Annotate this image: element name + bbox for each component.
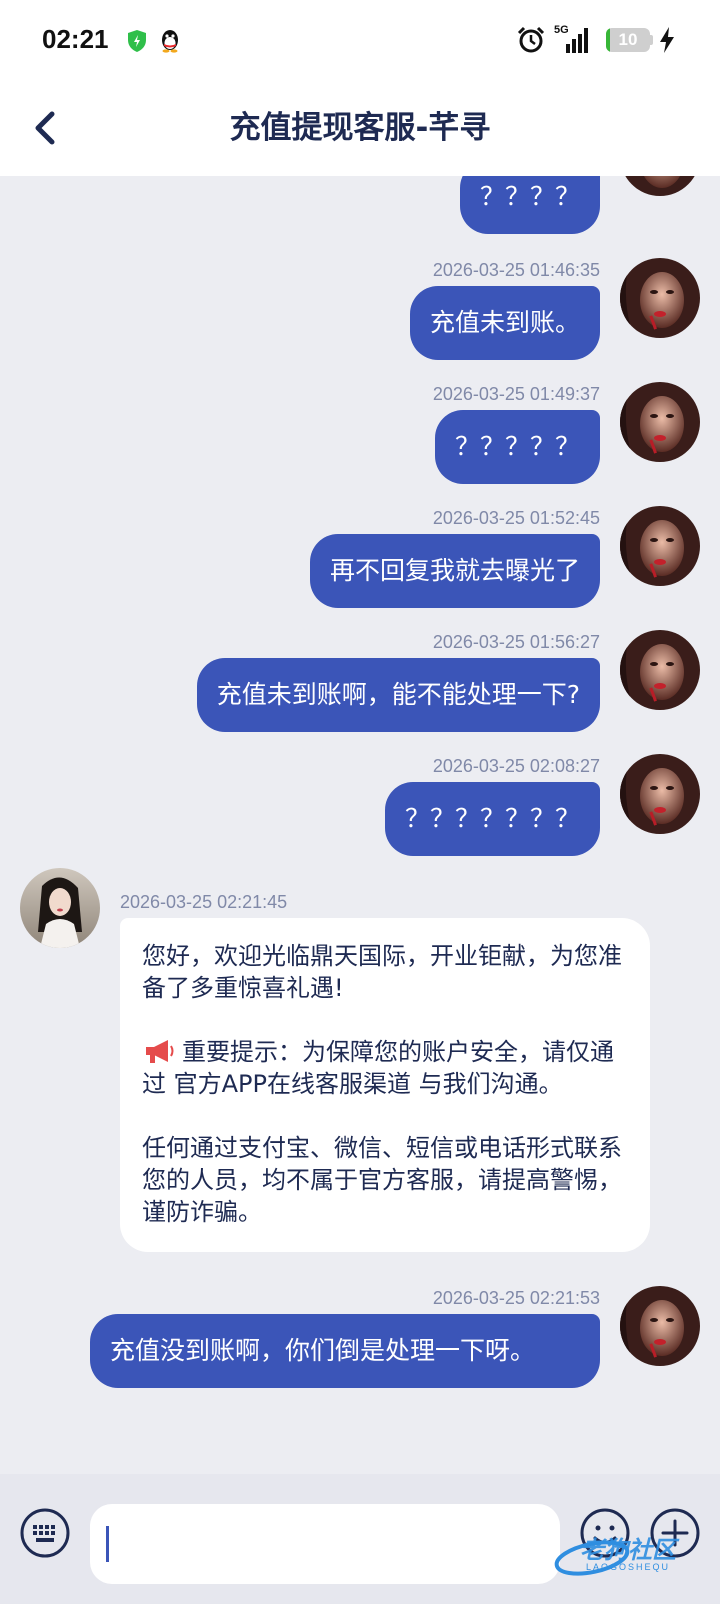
message-bubble-incoming[interactable]: 您好，欢迎光临鼎天国际，开业钜献，为您准备了多重惊喜礼遇! 重要提示：为保障您的… bbox=[120, 918, 650, 1252]
watermark-subtext: LAOGOSHEQU bbox=[586, 1562, 671, 1572]
avatar[interactable] bbox=[620, 176, 700, 196]
message-timestamp: 2026-03-25 01:56:27 bbox=[432, 632, 600, 652]
input-bar: 老狗社区 LAOGOSHEQU bbox=[0, 1474, 720, 1604]
avatar[interactable] bbox=[620, 382, 700, 462]
shield-icon bbox=[128, 30, 146, 52]
message-timestamp: 2026-03-25 01:49:37 bbox=[432, 384, 600, 404]
text-cursor bbox=[106, 1526, 109, 1562]
megaphone-icon bbox=[146, 1040, 174, 1063]
message-timestamp: 2026-03-25 01:52:45 bbox=[432, 508, 600, 528]
message-paragraph: 您好，欢迎光临鼎天国际，开业钜献，为您准备了多重惊喜礼遇! bbox=[142, 942, 622, 1002]
chat-header: 充值提现客服-芊寻 bbox=[0, 80, 720, 176]
message-input[interactable] bbox=[90, 1504, 560, 1584]
message-bubble-outgoing[interactable]: 充值未到账啊，能不能处理一下? bbox=[196, 658, 600, 732]
avatar[interactable] bbox=[620, 506, 700, 586]
message-paragraph: 任何通过支付宝、微信、短信或电话形式联系您的人员，均不属于官方客服，请提高警惕，… bbox=[142, 1134, 622, 1226]
signal-icon: 5G bbox=[554, 24, 590, 54]
message-bubble-outgoing[interactable]: ？？？？ bbox=[459, 176, 600, 234]
agent-avatar[interactable] bbox=[20, 868, 100, 948]
message-timestamp: 2026-03-25 02:08:27 bbox=[432, 756, 600, 776]
avatar[interactable] bbox=[620, 258, 700, 338]
chat-message-list[interactable]: ？？？？ 2026-03-25 01:46:35 充值未到账。 2026-03-… bbox=[0, 176, 720, 1474]
message-bubble-outgoing[interactable]: 充值未到账。 bbox=[409, 286, 600, 360]
message-timestamp: 2026-03-25 02:21:53 bbox=[432, 1288, 600, 1308]
message-paragraph: 重要提示：为保障您的账户安全，请仅通过 官方APP在线客服渠道 与我们沟通。 bbox=[142, 1036, 628, 1100]
avatar[interactable] bbox=[620, 1286, 700, 1366]
battery-cap bbox=[650, 35, 653, 45]
message-timestamp: 2026-03-25 01:46:35 bbox=[432, 260, 600, 280]
alarm-icon bbox=[517, 26, 545, 53]
avatar[interactable] bbox=[620, 630, 700, 710]
message-bubble-outgoing[interactable]: 再不回复我就去曝光了 bbox=[309, 534, 600, 608]
message-bubble-outgoing[interactable]: ？？？？？ bbox=[434, 410, 600, 484]
page-title: 充值提现客服-芊寻 bbox=[229, 110, 491, 146]
avatar[interactable] bbox=[620, 754, 700, 834]
message-bubble-outgoing[interactable]: 充值没到账啊，你们倒是处理一下呀。 bbox=[90, 1314, 600, 1388]
important-notice-text: 重要提示：为保障您的账户安全，请仅通过 官方APP在线客服渠道 与我们沟通。 bbox=[142, 1038, 614, 1098]
message-timestamp: 2026-03-25 02:21:45 bbox=[120, 892, 288, 912]
battery-level: 10 bbox=[618, 30, 638, 49]
watermark-logo: 老狗社区 LAOGOSHEQU bbox=[552, 1520, 716, 1590]
status-bar: 02:21 5G 10 bbox=[0, 0, 720, 80]
watermark-text: 老狗社区 bbox=[580, 1536, 676, 1564]
charging-bolt-icon bbox=[660, 27, 674, 53]
message-bubble-outgoing[interactable]: ？？？？？？？ bbox=[384, 782, 600, 856]
keyboard-icon[interactable] bbox=[20, 1508, 70, 1558]
qq-penguin-icon bbox=[162, 30, 178, 53]
status-time: 02:21 bbox=[42, 24, 109, 54]
battery-icon: 10 bbox=[606, 28, 650, 52]
